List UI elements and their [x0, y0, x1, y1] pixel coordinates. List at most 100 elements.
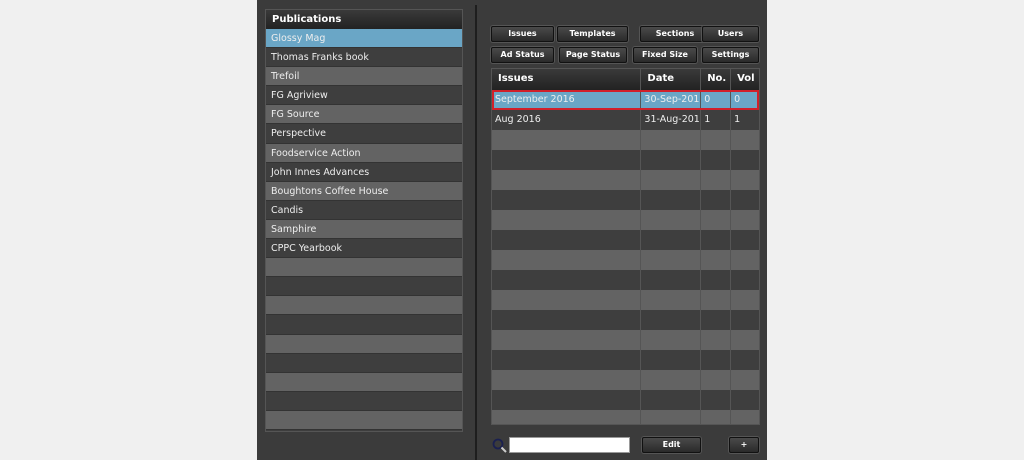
publications-header: Publications — [266, 10, 462, 29]
publication-item[interactable]: Foodservice Action — [266, 143, 462, 163]
table-cell: Aug 2016 — [492, 110, 642, 130]
publication-item[interactable]: Perspective — [266, 124, 462, 144]
empty-row — [266, 258, 462, 278]
publication-item[interactable]: Boughtons Coffee House — [266, 181, 462, 201]
empty-row — [266, 334, 462, 354]
table-cell — [492, 310, 642, 330]
empty-row — [266, 277, 462, 297]
table-row[interactable]: September 2016 30-Sep-2016 0 0 — [492, 90, 759, 110]
table-cell — [492, 150, 642, 170]
table-cell — [641, 410, 702, 424]
table-cell: 1 — [701, 110, 732, 130]
table-cell — [641, 250, 702, 270]
table-cell — [701, 390, 732, 410]
fixed-size-button[interactable]: Fixed Size — [633, 47, 697, 63]
empty-row — [492, 410, 759, 424]
empty-row — [266, 296, 462, 316]
empty-row — [266, 410, 462, 430]
table-cell — [701, 410, 732, 424]
search-icon[interactable] — [492, 438, 508, 454]
table-cell — [731, 310, 759, 330]
table-cell — [492, 130, 642, 150]
empty-row — [492, 250, 759, 270]
table-cell — [701, 310, 732, 330]
table-cell — [731, 350, 759, 370]
issues-button[interactable]: Issues — [491, 26, 554, 42]
empty-row — [492, 350, 759, 370]
sections-button[interactable]: Sections — [640, 26, 710, 42]
table-cell — [641, 310, 702, 330]
table-cell — [701, 290, 732, 310]
page-status-button[interactable]: Page Status — [559, 47, 627, 63]
ad-status-button[interactable]: Ad Status — [491, 47, 554, 63]
table-cell — [701, 210, 732, 230]
table-cell — [731, 250, 759, 270]
empty-row — [492, 390, 759, 410]
table-cell — [492, 170, 642, 190]
table-cell — [731, 290, 759, 310]
column-header[interactable]: Date — [641, 69, 702, 90]
publication-item[interactable]: John Innes Advances — [266, 162, 462, 182]
publication-item[interactable]: CPPC Yearbook — [266, 239, 462, 259]
publication-item[interactable]: FG Source — [266, 105, 462, 125]
table-cell — [641, 330, 702, 350]
table-cell — [731, 370, 759, 390]
table-cell: 31-Aug-2016 — [641, 110, 702, 130]
table-cell — [731, 170, 759, 190]
table-cell — [492, 270, 642, 290]
table-cell: 1 — [734, 114, 741, 125]
empty-row — [266, 372, 462, 392]
table-cell — [492, 290, 642, 310]
table-cell — [731, 230, 759, 250]
empty-row — [492, 150, 759, 170]
table-cell — [492, 190, 642, 210]
users-button[interactable]: Users — [702, 26, 759, 42]
table-cell — [701, 170, 732, 190]
templates-button[interactable]: Templates — [557, 26, 628, 42]
table-cell — [701, 350, 732, 370]
column-header[interactable]: Vol — [731, 69, 759, 90]
table-cell: September 2016 — [492, 90, 642, 110]
column-header[interactable]: No. — [701, 69, 732, 90]
empty-row — [492, 170, 759, 190]
empty-row — [492, 230, 759, 250]
publication-item[interactable]: FG Agriview — [266, 86, 462, 106]
publication-item[interactable]: Thomas Franks book — [266, 48, 462, 68]
table-cell: 0 — [734, 94, 741, 105]
table-cell: 0 — [701, 90, 732, 110]
table-row[interactable]: Aug 2016 31-Aug-2016 1 1 — [492, 110, 759, 130]
table-cell — [731, 330, 759, 350]
empty-row — [492, 270, 759, 290]
issues-table: Issues Date No. Vol September 2016 30-Sep-201… — [491, 68, 760, 425]
table-cell — [701, 190, 732, 210]
table-cell — [701, 230, 732, 250]
panel-divider[interactable] — [475, 5, 477, 460]
empty-row — [266, 429, 462, 431]
table-cell — [492, 390, 642, 410]
table-cell — [731, 210, 759, 230]
table-cell — [641, 370, 702, 390]
column-header[interactable]: Issues — [492, 69, 642, 90]
table-cell — [701, 330, 732, 350]
table-cell — [492, 250, 642, 270]
app-window: Publications Glossy Mag Thomas Franks boo… — [257, 0, 767, 460]
table-cell — [731, 130, 759, 150]
empty-row — [266, 353, 462, 373]
table-cell — [492, 370, 642, 390]
table-cell — [492, 230, 642, 250]
table-cell — [731, 270, 759, 290]
edit-button[interactable]: Edit — [642, 437, 701, 453]
add-button[interactable]: + — [729, 437, 759, 453]
search-input[interactable] — [509, 437, 630, 453]
settings-button[interactable]: Settings — [702, 47, 759, 63]
table-cell — [701, 270, 732, 290]
publication-item[interactable]: Candis — [266, 200, 462, 220]
table-cell — [641, 290, 702, 310]
table-cell — [641, 210, 702, 230]
publication-item[interactable]: Glossy Mag — [266, 29, 462, 49]
empty-row — [492, 290, 759, 310]
table-cell — [641, 150, 702, 170]
publication-item[interactable]: Trefoil — [266, 67, 462, 87]
table-cell — [641, 390, 702, 410]
publication-item[interactable]: Samphire — [266, 219, 462, 240]
